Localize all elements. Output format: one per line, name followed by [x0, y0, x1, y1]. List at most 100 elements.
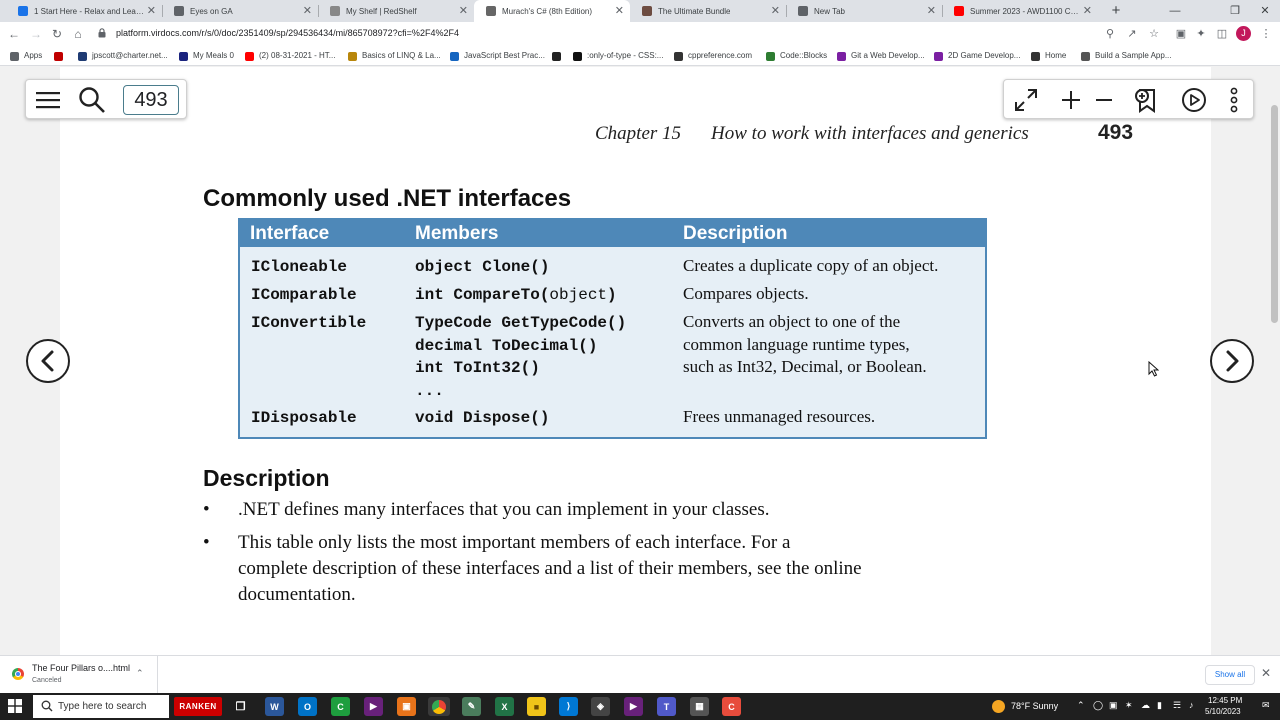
visual-studio-icon[interactable]: ▶	[364, 697, 383, 716]
more-options-icon[interactable]	[1220, 86, 1248, 114]
back-button[interactable]: ←	[6, 26, 22, 42]
tab-close-icon[interactable]: ✕	[147, 4, 156, 18]
calculator-icon[interactable]: ▦	[690, 697, 709, 716]
sidepanel-icon[interactable]: ◫	[1214, 26, 1230, 42]
menu-kebab-icon[interactable]: ⋮	[1258, 26, 1274, 42]
excel-icon[interactable]: X	[495, 697, 514, 716]
share-icon[interactable]: ↗	[1124, 26, 1140, 42]
tray-icon-5[interactable]: ▮	[1157, 700, 1162, 711]
bookmark-favicon-icon	[837, 51, 846, 61]
profile-avatar[interactable]: J	[1236, 26, 1251, 41]
browser-tab[interactable]: The Ultimate Bundle ✕	[630, 0, 786, 22]
chrome-icon[interactable]	[428, 697, 450, 716]
tray-icon-4[interactable]: ☁	[1141, 700, 1150, 711]
show-all-button[interactable]: Show all	[1205, 665, 1255, 685]
bookmark-item[interactable]: Code::Blocks	[766, 49, 827, 63]
close-icon[interactable]: ✕	[1261, 666, 1271, 680]
bookmark-item[interactable]: (2) 08-31-2021 - HT...	[245, 49, 335, 63]
word-icon[interactable]: W	[265, 697, 284, 716]
app-red-icon[interactable]: C	[722, 697, 741, 716]
weather-text[interactable]: 78°F Sunny	[1011, 701, 1058, 711]
camtasia-icon[interactable]: C	[331, 697, 350, 716]
browser-tab[interactable]: 1 Start Here - Relax and Learn C# ✕	[6, 0, 162, 22]
taskbar-search-box[interactable]: Type here to search	[33, 695, 169, 718]
minimize-button[interactable]: —	[1160, 0, 1190, 22]
clock-time[interactable]: 12:45 PM	[1208, 696, 1242, 705]
browser-tab[interactable]: My Shelf | RedShelf ✕	[318, 0, 474, 22]
bookmark-item[interactable]: My Meals 0	[179, 49, 234, 63]
tab-close-icon[interactable]: ✕	[615, 4, 624, 18]
chevron-up-icon[interactable]: ⌃	[136, 668, 144, 679]
bookmark-item[interactable]: :only-of-type - CSS:...	[573, 49, 663, 63]
add-bookmark-icon[interactable]	[1132, 86, 1160, 114]
bookmark-item[interactable]	[54, 49, 68, 63]
bookmark-item[interactable]: Apps	[10, 49, 42, 63]
outlook-icon[interactable]: O	[298, 697, 317, 716]
vscode-icon[interactable]: ⟩	[559, 697, 578, 716]
browser-tab[interactable]: Summer 2023 - AWD1100 C# Pr ✕	[942, 0, 1098, 22]
fullscreen-icon[interactable]	[1012, 86, 1040, 114]
bullet-text-line: .NET defines many interfaces that you ca…	[238, 499, 770, 520]
bookmark-item[interactable]: Build a Sample App...	[1081, 49, 1172, 63]
close-window-button[interactable]: ✕	[1250, 0, 1280, 22]
browser-tab[interactable]: Eyes on GA ✕	[162, 0, 318, 22]
scrollbar-thumb[interactable]	[1271, 105, 1278, 323]
prev-page-button[interactable]	[26, 339, 70, 383]
zoom-icon[interactable]: ⚲	[1102, 26, 1118, 42]
restore-button[interactable]: ❐	[1220, 0, 1250, 22]
tray-icon-1[interactable]: ◯	[1093, 700, 1103, 711]
clock-date[interactable]: 5/10/2023	[1205, 707, 1241, 716]
bookmark-item[interactable]: Basics of LINQ & La...	[348, 49, 441, 63]
app-orange-icon[interactable]: ▣	[397, 697, 416, 716]
visual-studio-2-icon[interactable]: ▶	[624, 697, 643, 716]
bookmark-star-icon[interactable]: ☆	[1146, 26, 1162, 42]
page-number-input[interactable]: 493	[123, 85, 179, 115]
browser-tab[interactable]: Murach's C# (8th Edition) ✕	[474, 0, 630, 22]
teams-icon[interactable]: T	[657, 697, 676, 716]
extension-icon[interactable]: ▣	[1173, 26, 1189, 42]
tab-close-icon[interactable]: ✕	[459, 4, 468, 18]
tray-chevron-icon[interactable]: ⌃	[1077, 700, 1085, 711]
notification-icon[interactable]: ✉	[1262, 700, 1270, 711]
bookmark-item[interactable]: JavaScript Best Prac...	[450, 49, 545, 63]
bookmark-item[interactable]: Home	[1031, 49, 1066, 63]
bookmark-item[interactable]: jpscott@charter.net...	[78, 49, 168, 63]
table-cell-member: ...	[415, 380, 444, 403]
zoom-in-icon[interactable]	[1057, 86, 1085, 114]
file-explorer-icon[interactable]: ■	[527, 697, 546, 716]
tab-close-icon[interactable]: ✕	[303, 4, 312, 18]
bookmark-item[interactable]: 2D Game Develop...	[934, 49, 1020, 63]
task-view-icon[interactable]: ❒	[231, 697, 250, 716]
search-icon[interactable]	[78, 86, 106, 114]
tray-icon-2[interactable]: ▣	[1109, 700, 1118, 711]
tab-close-icon[interactable]: ✕	[927, 4, 936, 18]
forward-button[interactable]: →	[28, 26, 44, 42]
bookmark-item[interactable]	[552, 49, 566, 63]
reload-button[interactable]: ↻	[49, 26, 65, 42]
browser-tab[interactable]: New Tab ✕	[786, 0, 942, 22]
download-item[interactable]: The Four Pillars o....html Canceled ⌃	[0, 656, 158, 693]
menu-hamburger-icon[interactable]	[34, 86, 62, 114]
app-gray-icon[interactable]: ◈	[591, 697, 610, 716]
next-page-button[interactable]	[1210, 339, 1254, 383]
windows-start-icon[interactable]	[8, 699, 22, 713]
tray-icon-3[interactable]: ✶	[1125, 700, 1133, 711]
address-bar[interactable]: platform.virdocs.com/r/s/0/doc/2351409/s…	[96, 25, 1166, 43]
zoom-out-icon[interactable]	[1090, 86, 1118, 114]
tab-close-icon[interactable]: ✕	[771, 4, 780, 18]
home-button[interactable]: ⌂	[70, 26, 86, 42]
volume-icon[interactable]: ♪	[1189, 700, 1194, 710]
bookmark-item[interactable]: Git a Web Develop...	[837, 49, 925, 63]
tab-close-icon[interactable]: ✕	[1083, 4, 1092, 18]
member-signature: ...	[415, 381, 444, 400]
wifi-icon[interactable]: ☴	[1173, 700, 1181, 711]
member-close-paren: )	[607, 286, 617, 304]
new-tab-button[interactable]: +	[1108, 0, 1124, 22]
puzzle-icon[interactable]: ✦	[1193, 26, 1209, 42]
header-interface: Interface	[250, 223, 330, 244]
bookmark-item[interactable]: cppreference.com	[674, 49, 752, 63]
play-audio-icon[interactable]	[1180, 86, 1208, 114]
ranken-app-icon[interactable]: RANKEN	[174, 697, 222, 716]
notepad-icon[interactable]: ✎	[462, 697, 481, 716]
weather-sun-icon[interactable]	[992, 700, 1005, 713]
